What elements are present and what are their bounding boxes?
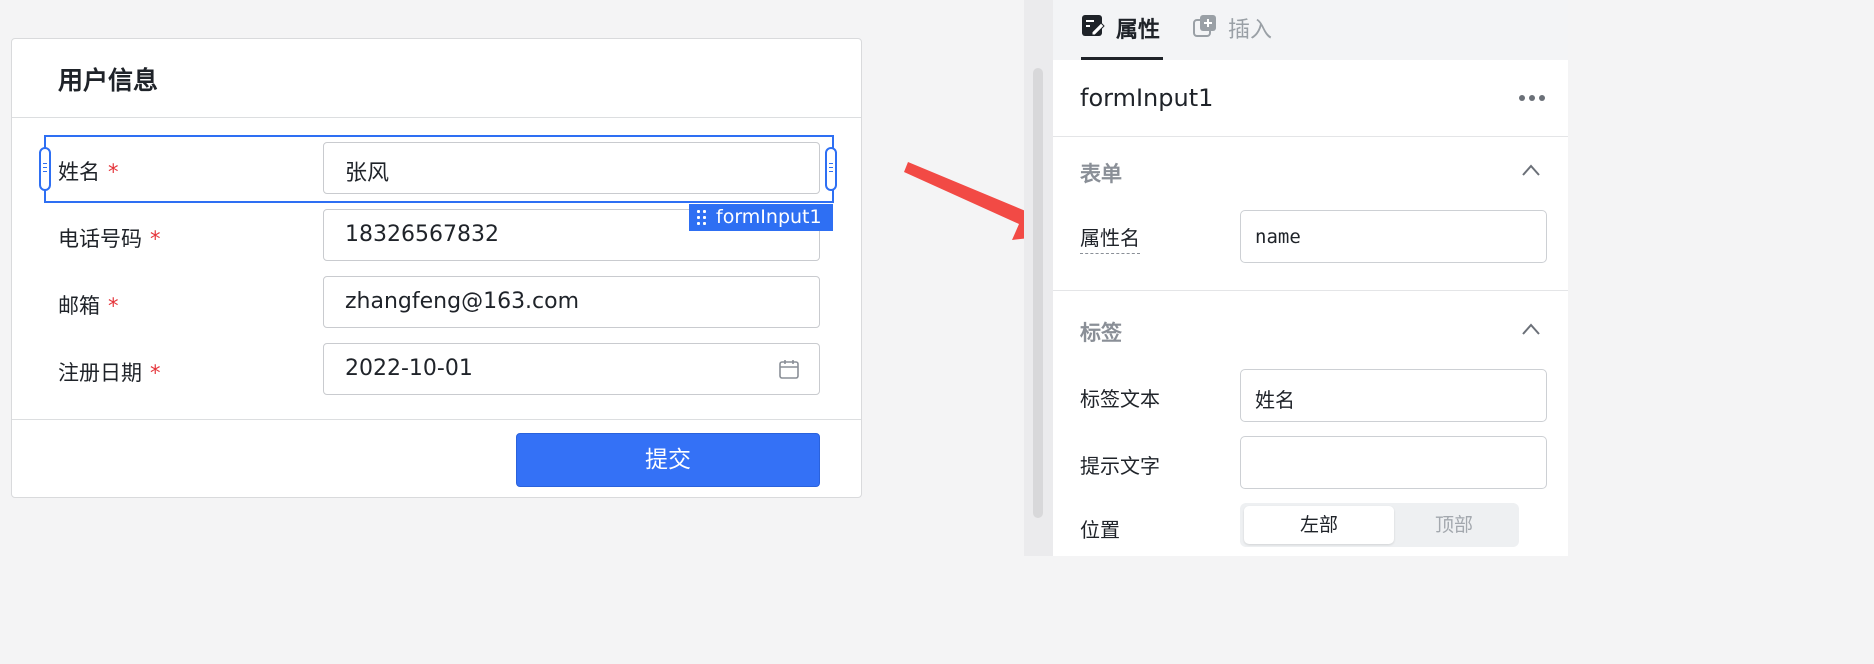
component-name: formInput1 bbox=[1080, 84, 1214, 112]
canvas-area: 用户信息 姓名 * 张风 电话号码 * 18326567832 邮箱 * zhangf… bbox=[0, 0, 1024, 556]
form-row-date[interactable]: 注册日期 * 2022-10-01 bbox=[12, 343, 861, 395]
resize-handle-left[interactable] bbox=[39, 147, 51, 191]
position-option-left[interactable]: 左部 bbox=[1244, 506, 1394, 544]
component-tag-label: formInput1 bbox=[716, 206, 822, 228]
hint-text-label: 提示文字 bbox=[1080, 454, 1160, 478]
chevron-up-icon[interactable] bbox=[1522, 323, 1540, 335]
position-segmented-control: 左部 顶部 bbox=[1240, 503, 1519, 547]
form-row-name[interactable]: 姓名 * 张风 bbox=[12, 142, 861, 194]
canvas-scrollbar[interactable] bbox=[1024, 0, 1053, 556]
field-label: 电话号码 * bbox=[58, 227, 161, 251]
required-mark: * bbox=[150, 361, 161, 385]
section-title-form[interactable]: 表单 bbox=[1080, 158, 1122, 188]
attr-name-label: 属性名 bbox=[1080, 222, 1140, 254]
date-input[interactable]: 2022-10-01 bbox=[323, 343, 820, 395]
more-horizontal-icon[interactable] bbox=[1519, 95, 1545, 103]
component-tag[interactable]: formInput1 bbox=[689, 204, 833, 231]
tab-properties[interactable]: 属性 bbox=[1081, 12, 1163, 60]
hint-text-input[interactable] bbox=[1240, 436, 1547, 489]
form-title: 用户信息 bbox=[58, 66, 159, 95]
field-label: 姓名 * bbox=[58, 160, 119, 184]
submit-button[interactable]: 提交 bbox=[516, 433, 820, 487]
form-card: 用户信息 姓名 * 张风 电话号码 * 18326567832 邮箱 * zhangf… bbox=[11, 38, 862, 498]
scrollbar-thumb[interactable] bbox=[1033, 68, 1043, 518]
required-mark: * bbox=[150, 227, 161, 251]
name-input[interactable]: 张风 bbox=[323, 142, 820, 194]
component-header: formInput1 bbox=[1053, 60, 1568, 137]
position-option-top[interactable]: 顶部 bbox=[1392, 506, 1516, 544]
property-panel: 属性 插入 formInput1 表单 属性名 name 标签 标签文本 姓名 … bbox=[1053, 0, 1568, 556]
attr-name-input[interactable]: name bbox=[1240, 210, 1547, 263]
date-value: 2022-10-01 bbox=[345, 356, 473, 381]
footer-divider bbox=[12, 419, 861, 420]
label-text-label: 标签文本 bbox=[1080, 387, 1160, 411]
calendar-icon[interactable] bbox=[778, 358, 800, 380]
drag-grip-icon[interactable] bbox=[697, 210, 707, 226]
section-title-label[interactable]: 标签 bbox=[1080, 317, 1122, 347]
label-text-input[interactable]: 姓名 bbox=[1240, 369, 1547, 422]
field-label: 邮箱 * bbox=[58, 294, 119, 318]
tab-insert[interactable]: 插入 bbox=[1193, 12, 1283, 60]
section-divider bbox=[1053, 290, 1568, 291]
add-copy-icon bbox=[1193, 15, 1216, 37]
field-label: 注册日期 * bbox=[58, 361, 161, 385]
email-input[interactable]: zhangfeng@163.com bbox=[323, 276, 820, 328]
required-mark: * bbox=[108, 294, 119, 318]
required-mark: * bbox=[108, 160, 119, 184]
form-row-email[interactable]: 邮箱 * zhangfeng@163.com bbox=[12, 276, 861, 328]
chevron-up-icon[interactable] bbox=[1522, 164, 1540, 176]
edit-icon bbox=[1082, 15, 1105, 36]
resize-handle-right[interactable] bbox=[825, 147, 837, 191]
position-label: 位置 bbox=[1080, 518, 1120, 542]
title-divider bbox=[12, 117, 861, 118]
panel-tabs: 属性 插入 bbox=[1053, 0, 1568, 60]
